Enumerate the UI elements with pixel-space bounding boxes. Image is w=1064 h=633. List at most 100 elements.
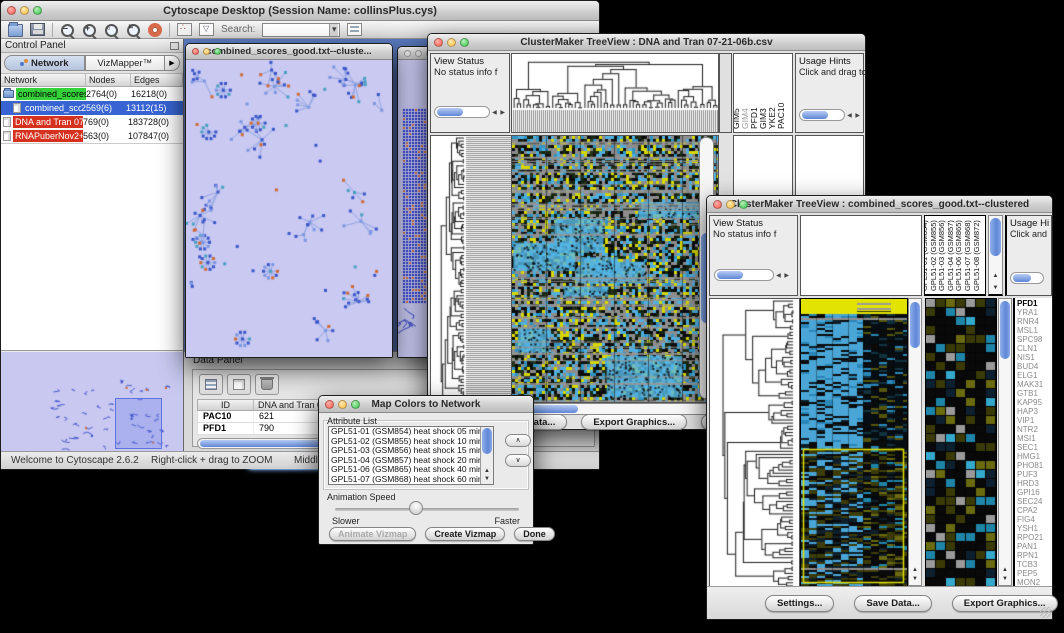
gene-label[interactable]: SEC24 [1017, 497, 1052, 506]
move-up-button[interactable]: ∧ [505, 434, 531, 447]
zoom-out-icon[interactable] [60, 24, 75, 37]
column-label[interactable]: GPL51-04 (GSM857) [947, 220, 954, 291]
scroll-up-icon[interactable] [999, 567, 1011, 574]
gene-label[interactable]: FIG4 [1017, 515, 1052, 524]
gene-label[interactable]: NIS1 [1017, 353, 1052, 362]
scroll-down-icon[interactable] [481, 476, 493, 483]
zoom-selected-icon[interactable] [104, 24, 119, 37]
scroll-up-icon[interactable] [481, 468, 493, 475]
gene-label[interactable]: HAP3 [1017, 407, 1052, 416]
scroll-thumb[interactable] [990, 218, 1001, 256]
zoom-window-icon[interactable] [351, 400, 360, 409]
scroll-down-icon[interactable] [909, 576, 921, 583]
save-data-button[interactable]: Save Data... [854, 595, 931, 612]
gene-label[interactable]: CPA2 [1017, 506, 1052, 515]
gene-label[interactable]: MSL1 [1017, 326, 1052, 335]
tab-overflow-button[interactable]: ▶ [165, 55, 180, 71]
row-dendrogram-canvas[interactable] [709, 298, 800, 588]
column-label[interactable]: GIM5 [733, 108, 740, 129]
gene-label[interactable]: YRA1 [1017, 308, 1052, 317]
column-dendrogram-canvas[interactable] [511, 53, 719, 133]
scroll-strip[interactable] [719, 53, 732, 133]
move-down-button[interactable]: ∨ [505, 454, 531, 467]
network1-titlebar[interactable]: combined_scores_good.txt--cluste... [186, 44, 392, 60]
attribute-browser-icon[interactable] [347, 23, 362, 36]
gene-label[interactable]: PAN1 [1017, 542, 1052, 551]
gene-labels-panel[interactable]: PFD1YRA1RNR4MSL1SPC98CLN1NIS1BUD4ELG1MAK… [1013, 298, 1052, 586]
gene-label[interactable]: SEC1 [1017, 443, 1052, 452]
close-icon[interactable] [713, 200, 722, 209]
zoom-window-icon[interactable] [460, 38, 469, 47]
network-list-row[interactable]: RNAPuberNov2+|563(0)107847(0) [1, 129, 183, 143]
column-labels-vscrollbar[interactable] [988, 215, 1003, 296]
speed-slider-thumb[interactable] [409, 501, 423, 515]
open-icon[interactable] [8, 24, 23, 37]
hscrollbar[interactable] [799, 109, 845, 121]
gene-label[interactable]: MSI1 [1017, 434, 1052, 443]
column-dendrogram-panel[interactable] [800, 215, 922, 296]
hscrollbar[interactable] [1010, 272, 1044, 284]
scroll-arrows-icon[interactable] [847, 112, 861, 119]
zoom-window-icon[interactable] [739, 200, 748, 209]
treeview2-titlebar[interactable]: ClusterMaker TreeView : combined_scores_… [707, 196, 1052, 213]
column-label[interactable]: GPL51-02 (GSM855) [930, 220, 937, 291]
close-icon[interactable] [325, 400, 334, 409]
list-vscrollbar[interactable] [480, 427, 493, 484]
column-label[interactable]: PAC10 [777, 103, 785, 129]
scroll-arrows-icon[interactable] [492, 109, 506, 116]
gene-label[interactable]: SPC98 [1017, 335, 1052, 344]
delete-attribute-button[interactable] [255, 374, 279, 395]
column-label[interactable]: GPL51-07 (GSM868) [964, 220, 971, 291]
gene-label[interactable]: KAP95 [1017, 398, 1052, 407]
gene-label[interactable]: HRD3 [1017, 479, 1052, 488]
gene-label[interactable]: ELG1 [1017, 371, 1052, 380]
filter-builder-icon[interactable] [199, 23, 214, 36]
scroll-down-icon[interactable] [989, 285, 1002, 292]
gene-label[interactable]: RPN1 [1017, 551, 1052, 560]
tab-network[interactable]: Network [4, 55, 85, 71]
speed-slider-track[interactable] [335, 508, 519, 511]
settings-button[interactable]: Settings... [765, 595, 834, 612]
row-dendrogram-canvas[interactable] [430, 135, 512, 403]
gene-label[interactable]: PEP5 [1017, 569, 1052, 578]
gene-label[interactable]: NTR2 [1017, 425, 1052, 434]
network-list-row[interactable]: combined_sco2569(6)13112(15) [1, 101, 183, 115]
close-icon[interactable] [7, 6, 16, 15]
network-list-row[interactable]: DNA and Tran 07769(0)183728(0) [1, 115, 183, 129]
new-attribute-button[interactable] [227, 374, 251, 395]
hscrollbar[interactable] [434, 106, 490, 118]
minimize-icon[interactable] [447, 38, 456, 47]
scroll-thumb[interactable] [437, 108, 463, 116]
network-manager-icon[interactable] [177, 23, 192, 36]
scroll-thumb[interactable] [717, 271, 743, 279]
search-input[interactable] [262, 23, 340, 37]
column-label[interactable]: GIM3 [759, 108, 767, 129]
gene-label[interactable]: TCB3 [1017, 560, 1052, 569]
close-icon[interactable] [434, 38, 443, 47]
zoom-window-icon[interactable] [33, 6, 42, 15]
gene-label[interactable]: PHO81 [1017, 461, 1052, 470]
column-label[interactable]: GIM4 [741, 108, 749, 129]
scroll-thumb[interactable] [1000, 301, 1010, 359]
gene-label[interactable]: RPO21 [1017, 533, 1052, 542]
gene-label[interactable]: PFD1 [1017, 299, 1052, 308]
column-label[interactable]: YKE2 [768, 107, 776, 129]
gene-label[interactable]: GPI16 [1017, 488, 1052, 497]
heatmap-canvas[interactable] [800, 298, 908, 588]
save-icon[interactable] [30, 23, 45, 36]
column-label[interactable]: GPL51-01 (GSM854) [924, 220, 928, 291]
close-icon[interactable] [192, 48, 199, 55]
gene-label[interactable]: MON2 [1017, 578, 1052, 586]
gene-label[interactable]: GTB1 [1017, 389, 1052, 398]
close-icon[interactable] [404, 50, 411, 57]
column-label[interactable]: GPL51-06 (GSM865) [955, 220, 962, 291]
main-titlebar[interactable]: Cytoscape Desktop (Session Name: collins… [1, 1, 599, 21]
column-label[interactable]: GPL51-03 (GSM856) [938, 220, 945, 291]
network-canvas[interactable] [186, 60, 392, 357]
minimize-icon[interactable] [338, 400, 347, 409]
detail-vscrollbar[interactable] [998, 298, 1012, 586]
scroll-up-icon[interactable] [909, 567, 921, 574]
minimize-icon[interactable] [20, 6, 29, 15]
scroll-thumb[interactable] [910, 302, 920, 348]
column-label[interactable]: PFD1 [750, 107, 758, 129]
